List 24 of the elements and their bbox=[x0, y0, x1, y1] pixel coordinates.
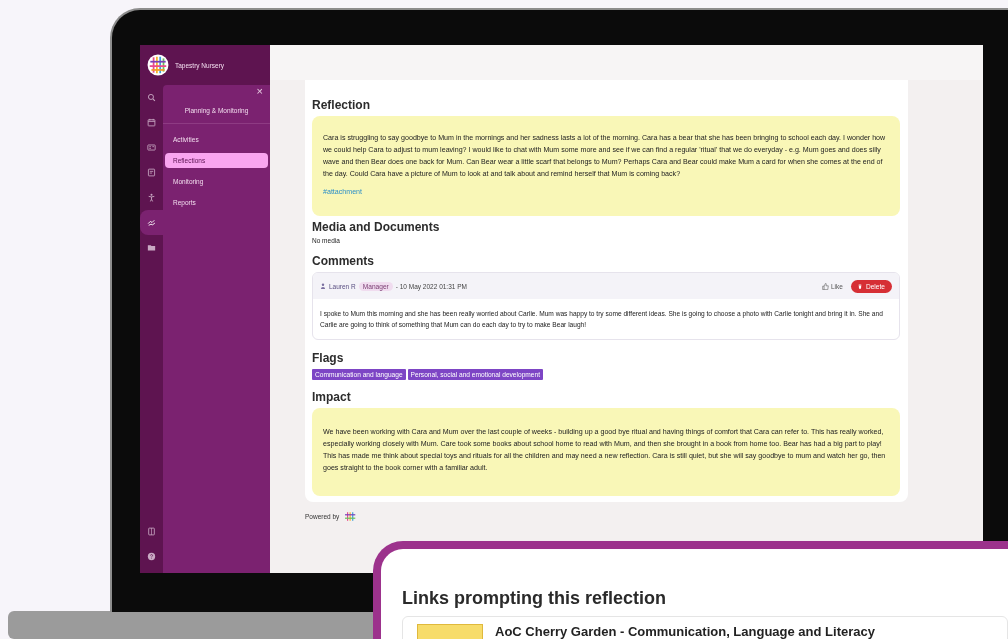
section-heading: Media and Documents bbox=[312, 220, 441, 234]
card-icon bbox=[147, 143, 156, 152]
hands-icon bbox=[147, 218, 156, 227]
logo-icon bbox=[147, 54, 169, 76]
folder-icon bbox=[147, 243, 156, 252]
section-heading: Reflection bbox=[312, 98, 371, 112]
book-icon bbox=[147, 527, 156, 536]
thumbs-up-icon bbox=[822, 282, 829, 290]
person-icon bbox=[147, 193, 156, 202]
section-heading: Flags bbox=[312, 351, 345, 365]
search-icon bbox=[147, 93, 156, 102]
help-icon bbox=[147, 552, 156, 561]
panel-heading: Links prompting this reflection bbox=[402, 588, 667, 609]
close-button[interactable]: × bbox=[254, 85, 265, 97]
logo-icon bbox=[345, 512, 358, 521]
section-heading: Comments bbox=[312, 254, 375, 268]
sidebar-nav-button[interactable] bbox=[140, 210, 163, 235]
document-icon bbox=[147, 168, 156, 177]
user-icon bbox=[320, 283, 326, 289]
section-heading: Impact bbox=[312, 390, 352, 404]
link-card[interactable]: AoC Cherry Garden - Communication, Language and Literacy bbox=[402, 616, 1008, 639]
trash-icon bbox=[857, 283, 862, 289]
calendar-icon bbox=[147, 118, 156, 127]
link-title: AoC Cherry Garden - Communication, Language and Literacy bbox=[495, 624, 875, 639]
